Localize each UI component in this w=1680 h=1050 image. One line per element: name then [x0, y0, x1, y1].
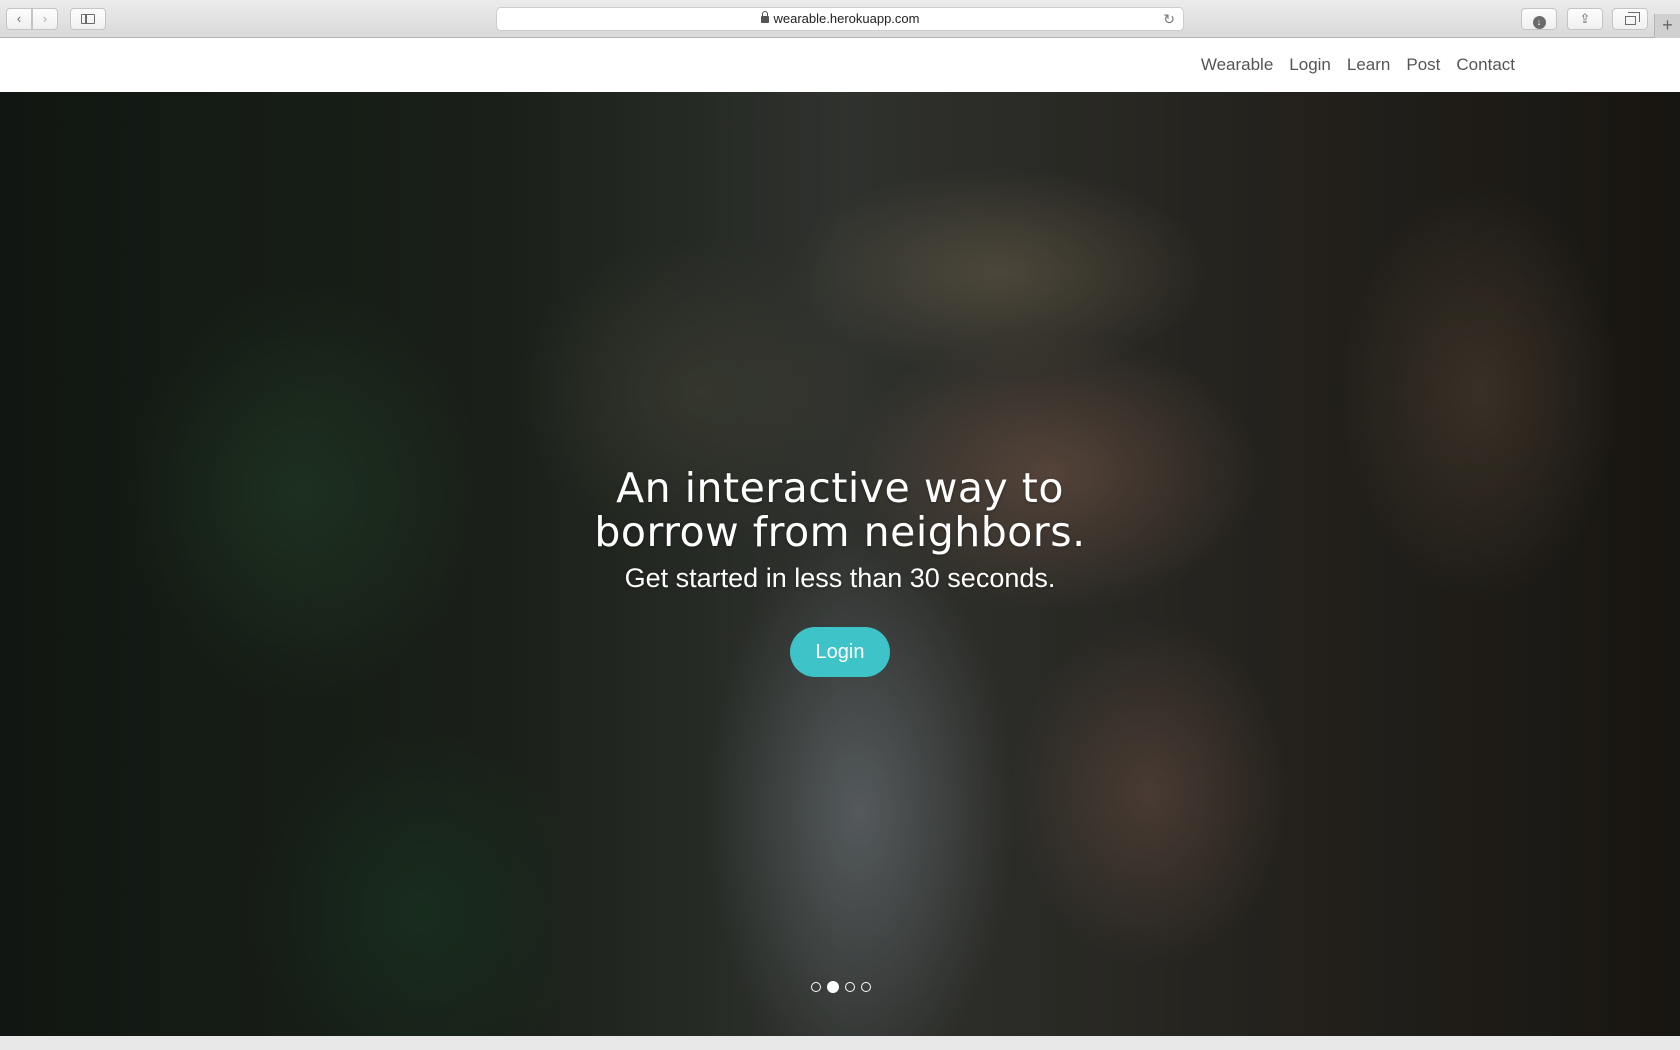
url-text: wearable.herokuapp.com: [773, 11, 920, 26]
carousel-dot[interactable]: [861, 982, 871, 992]
address-bar[interactable]: wearable.herokuapp.com ↻: [496, 7, 1184, 31]
tabs-icon: [1624, 12, 1640, 25]
nav-menu: Wearable Login Learn Post Contact: [1201, 38, 1515, 92]
new-tab-button[interactable]: +: [1654, 14, 1680, 38]
carousel-dot[interactable]: [845, 982, 855, 992]
nav-link-contact[interactable]: Contact: [1456, 55, 1515, 74]
share-button[interactable]: ⇪: [1567, 8, 1603, 30]
nav-link-post[interactable]: Post: [1406, 55, 1440, 74]
carousel-dot[interactable]: [811, 982, 821, 992]
sidebar-icon: [81, 14, 95, 24]
sidebar-toggle-button[interactable]: [70, 8, 106, 30]
nav-link-wearable[interactable]: Wearable: [1201, 55, 1273, 74]
carousel-dot-active[interactable]: [827, 981, 839, 993]
nav-link-learn[interactable]: Learn: [1347, 55, 1390, 74]
back-button[interactable]: ‹: [6, 8, 32, 30]
hero-login-button[interactable]: Login: [790, 627, 890, 677]
hero-subheadline: Get started in less than 30 seconds.: [624, 563, 1056, 593]
share-icon: ⇪: [1579, 11, 1591, 26]
lock-icon: [760, 11, 769, 23]
downloads-button[interactable]: ↓: [1521, 8, 1557, 30]
browser-toolbar: ‹ › wearable.herokuapp.com ↻ ↓ ⇪ +: [0, 0, 1680, 38]
nav-link-login[interactable]: Login: [1289, 55, 1331, 74]
window-bottom-edge: [0, 1036, 1680, 1050]
hero-carousel: An interactive way to borrow from neighb…: [0, 92, 1680, 1036]
show-tabs-button[interactable]: [1612, 8, 1648, 30]
site-navbar: Wearable Login Learn Post Contact: [0, 38, 1680, 92]
forward-button[interactable]: ›: [32, 8, 58, 30]
download-icon: ↓: [1532, 16, 1546, 29]
reload-icon[interactable]: ↻: [1163, 8, 1175, 30]
hero-headline: An interactive way to borrow from neighb…: [594, 464, 1086, 556]
carousel-indicators: [811, 981, 871, 993]
